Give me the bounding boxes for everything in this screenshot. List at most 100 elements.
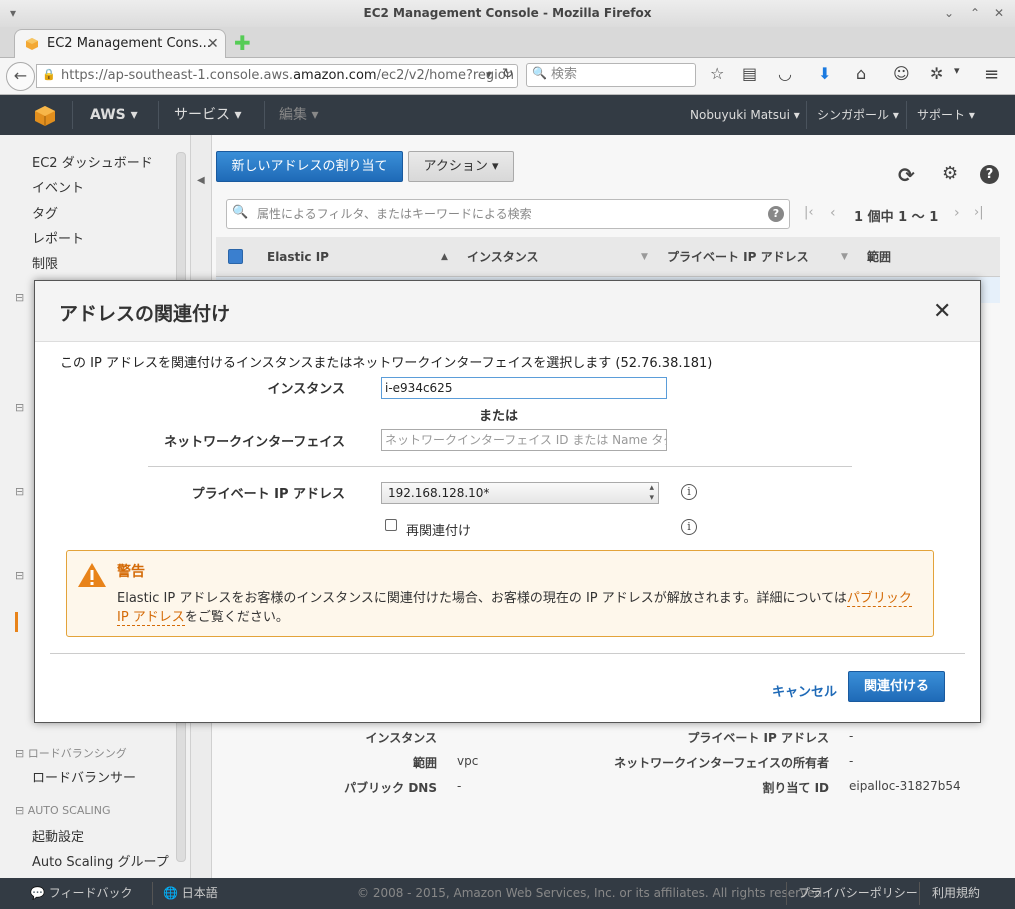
home-icon[interactable]: ⌂: [856, 64, 866, 83]
sidebar-item-limits[interactable]: 制限: [32, 253, 58, 272]
pocket-icon[interactable]: ◡: [778, 64, 792, 83]
close-icon[interactable]: ✕: [933, 299, 951, 324]
feedback-link[interactable]: 💬 フィードバック: [30, 878, 133, 909]
allocate-address-button[interactable]: 新しいアドレスの割り当て: [216, 151, 403, 182]
section-as-label: AUTO SCALING: [27, 804, 111, 817]
aws-logo-icon[interactable]: [34, 105, 56, 127]
help-icon[interactable]: ?: [980, 165, 999, 184]
url-bar[interactable]: https://ap-southeast-1.console.aws.amazo…: [36, 64, 518, 88]
column-header[interactable]: プライベート IP アドレス: [667, 237, 809, 277]
bookmark-star-icon[interactable]: ☆: [710, 64, 724, 83]
collapse-icon[interactable]: ⊟: [15, 485, 24, 498]
collapse-icon[interactable]: ⊟: [15, 401, 24, 414]
filter-help-icon[interactable]: ?: [768, 206, 784, 222]
user-menu[interactable]: Nobuyuki Matsui ▾: [690, 95, 800, 135]
actions-button[interactable]: アクション ▾: [408, 151, 514, 182]
select-all-checkbox[interactable]: [228, 249, 243, 264]
collapse-icon[interactable]: ⊟: [15, 569, 24, 582]
lock-icon: 🔒: [42, 68, 56, 81]
sort-icon[interactable]: ▼: [641, 237, 648, 277]
sidebar-item-load-balancers[interactable]: ロードバランサー: [32, 767, 136, 786]
detail-label: 範囲: [412, 756, 437, 770]
info-icon[interactable]: i: [681, 484, 697, 500]
search-input[interactable]: 検索: [526, 63, 696, 87]
prev-page-icon[interactable]: ‹: [830, 205, 836, 221]
next-page-icon[interactable]: ›: [954, 205, 960, 221]
active-indicator: [15, 612, 18, 632]
window-menu-icon[interactable]: ▾: [10, 0, 16, 27]
section-lb-label: ロードバランシング: [27, 747, 127, 760]
close-window-icon[interactable]: ✕: [994, 0, 1004, 27]
sort-asc-icon[interactable]: ▲: [441, 237, 448, 277]
private-ip-label: プライベート IP アドレス: [191, 487, 345, 502]
tab-strip: EC2 Management Cons... ✕: [0, 27, 1015, 59]
reload-icon[interactable]: ↻: [502, 66, 514, 82]
select-spinner-icon: ▴ ▾: [649, 483, 654, 503]
first-page-icon[interactable]: |‹: [804, 205, 814, 220]
browser-tab[interactable]: EC2 Management Cons... ✕: [14, 29, 226, 59]
services-menu[interactable]: サービス ▾: [174, 95, 241, 135]
privacy-link[interactable]: プライバシーポリシー: [798, 878, 918, 909]
column-header[interactable]: インスタンス: [467, 237, 539, 277]
chat-icon[interactable]: ☺: [893, 64, 910, 83]
edit-menu[interactable]: 編集 ▾: [279, 95, 318, 135]
warning-box: 警告 Elastic IP アドレスをお客様のインスタンスに関連付けた場合、お客…: [66, 550, 934, 637]
info-icon[interactable]: i: [681, 519, 697, 535]
filter-input[interactable]: 属性によるフィルタ、またはキーワードによる検索: [226, 199, 790, 229]
gear-icon[interactable]: ⚙: [942, 163, 958, 184]
maximize-icon[interactable]: ⌃: [970, 0, 980, 27]
language-link[interactable]: 🌐 日本語: [163, 878, 218, 909]
aws-header: AWS ▾ サービス ▾ 編集 ▾ Nobuyuki Matsui ▾ シンガポ…: [0, 95, 1015, 135]
column-header[interactable]: 範囲: [867, 237, 891, 277]
reassociate-checkbox[interactable]: [385, 519, 397, 531]
sidebar-item-reports[interactable]: レポート: [32, 228, 84, 247]
extension-dropdown-icon[interactable]: ▾: [954, 64, 960, 77]
tab-close-icon[interactable]: ✕: [207, 30, 219, 58]
window-title-bar: EC2 Management Console - Mozilla Firefox…: [0, 0, 1015, 27]
sidebar-section-lb[interactable]: ⊟ ロードバランシング: [15, 745, 127, 761]
sidebar-item-asg[interactable]: Auto Scaling グループ: [32, 851, 169, 870]
detail-value: -: [849, 754, 854, 768]
aws-favicon-icon: [26, 38, 38, 50]
actions-label: アクション: [423, 159, 488, 174]
window-title: EC2 Management Console - Mozilla Firefox: [363, 6, 652, 20]
back-button[interactable]: ←: [6, 62, 35, 91]
sidebar-item-tags[interactable]: タグ: [32, 203, 58, 222]
extension-icon[interactable]: ✲: [930, 64, 943, 83]
dialog-intro: この IP アドレスを関連付けるインスタンスまたはネットワークインターフェイスを…: [60, 356, 713, 371]
support-menu[interactable]: サポート ▾: [917, 95, 975, 135]
region-label: シンガポール: [817, 108, 890, 122]
sidebar-item-events[interactable]: イベント: [32, 177, 84, 196]
region-menu[interactable]: シンガポール ▾: [817, 95, 899, 135]
sidebar-item-dashboard[interactable]: EC2 ダッシュボード: [32, 152, 153, 171]
terms-link[interactable]: 利用規約: [932, 878, 980, 909]
cancel-button[interactable]: キャンセル: [772, 681, 837, 700]
aws-menu-label: AWS: [90, 107, 126, 123]
aws-menu[interactable]: AWS ▾: [90, 95, 138, 135]
refresh-icon[interactable]: ⟳: [898, 163, 915, 187]
menu-icon[interactable]: ≡: [984, 64, 999, 85]
tab-title: EC2 Management Cons...: [47, 36, 211, 51]
download-icon[interactable]: ⬇: [818, 64, 831, 83]
column-header[interactable]: Elastic IP: [267, 237, 329, 277]
eni-input[interactable]: ネットワークインターフェイス ID または Name タグの: [381, 429, 667, 451]
instance-input[interactable]: i-e934c625: [381, 377, 667, 399]
url-dropdown-icon[interactable]: ▾: [486, 68, 492, 81]
collapse-icon[interactable]: ⊟: [15, 291, 24, 304]
new-tab-icon[interactable]: ✚: [234, 31, 251, 55]
private-ip-select[interactable]: 192.168.128.10* ▴ ▾: [381, 482, 659, 504]
sidebar-item-launch-config[interactable]: 起動設定: [32, 826, 84, 845]
search-placeholder: 検索: [551, 67, 578, 82]
pagination-text: 1 個中 1 〜 1: [854, 210, 939, 225]
sort-icon[interactable]: ▼: [841, 237, 848, 277]
minimize-icon[interactable]: ⌄: [944, 0, 954, 27]
eni-label: ネットワークインターフェイス: [164, 435, 345, 450]
reading-list-icon[interactable]: ▤: [742, 64, 757, 83]
user-name: Nobuyuki Matsui: [690, 108, 790, 122]
sidebar-section-autoscaling[interactable]: ⊟ AUTO SCALING: [15, 804, 110, 817]
detail-value: eipalloc-31827b54: [849, 779, 961, 793]
associate-button[interactable]: 関連付ける: [848, 671, 945, 702]
url-suffix: /ec2/v2/home?region: [376, 68, 514, 83]
warning-tail: をご覧ください。: [184, 610, 289, 625]
last-page-icon[interactable]: ›|: [974, 205, 984, 220]
